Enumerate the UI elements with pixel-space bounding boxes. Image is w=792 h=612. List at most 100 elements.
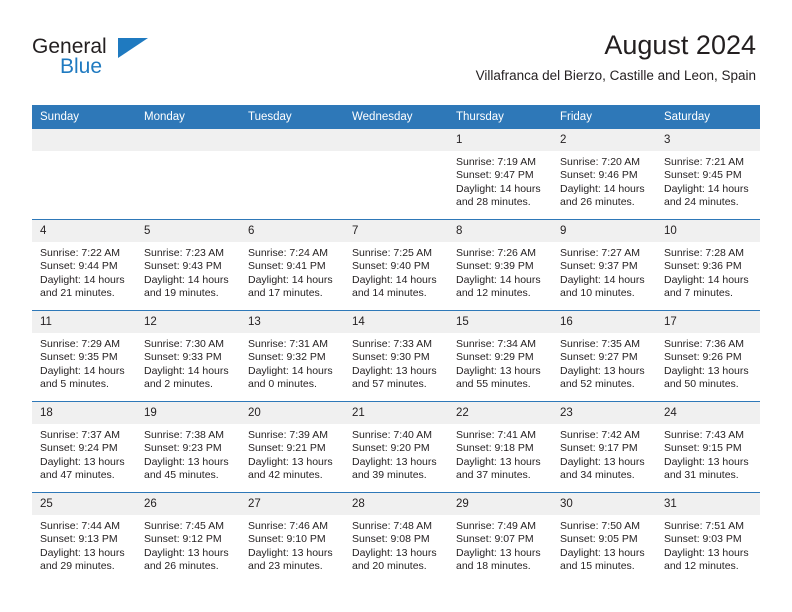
- day-cell[interactable]: 5 Sunrise: 7:23 AM Sunset: 9:43 PM Daylight…: [136, 220, 240, 310]
- day-cell[interactable]: 11 Sunrise: 7:29 AM Sunset: 9:35 PM Dayligh…: [32, 311, 136, 401]
- daylight-text-line2: and 55 minutes.: [456, 378, 531, 391]
- day-cell[interactable]: 8 Sunrise: 7:26 AM Sunset: 9:39 PM Daylight…: [448, 220, 552, 310]
- daylight-text-line2: and 23 minutes.: [248, 560, 323, 573]
- day-details: Sunrise: 7:33 AM Sunset: 9:30 PM Daylight:…: [344, 333, 448, 392]
- calendar-week-row: 4 Sunrise: 7:22 AM Sunset: 9:44 PM Daylight…: [32, 219, 760, 311]
- calendar-header-row: Sunday Monday Tuesday Wednesday Thursday…: [32, 105, 760, 129]
- day-number: [240, 129, 344, 151]
- weekday-header-thursday: Thursday: [448, 105, 552, 129]
- daylight-text-line2: and 17 minutes.: [248, 287, 323, 300]
- day-cell[interactable]: 18 Sunrise: 7:37 AM Sunset: 9:24 PM Dayligh…: [32, 402, 136, 492]
- day-cell[interactable]: 2 Sunrise: 7:20 AM Sunset: 9:46 PM Daylight…: [552, 129, 656, 219]
- day-cell[interactable]: 12 Sunrise: 7:30 AM Sunset: 9:33 PM Dayligh…: [136, 311, 240, 401]
- day-number: 11: [32, 311, 136, 333]
- day-number: 14: [344, 311, 448, 333]
- daylight-text-line2: and 24 minutes.: [664, 196, 739, 209]
- day-details: Sunrise: 7:26 AM Sunset: 9:39 PM Daylight:…: [448, 242, 552, 301]
- day-details: Sunrise: 7:31 AM Sunset: 9:32 PM Daylight:…: [240, 333, 344, 392]
- day-details: Sunrise: 7:29 AM Sunset: 9:35 PM Daylight:…: [32, 333, 136, 392]
- sunset-text: Sunset: 9:26 PM: [664, 351, 742, 364]
- daylight-text-line1: Daylight: 14 hours: [40, 364, 125, 377]
- daylight-text-line2: and 10 minutes.: [560, 287, 635, 300]
- sunrise-text: Sunrise: 7:48 AM: [352, 520, 432, 532]
- page-title: August 2024: [604, 30, 756, 60]
- day-number: 20: [240, 402, 344, 424]
- day-details: Sunrise: 7:38 AM Sunset: 9:23 PM Daylight:…: [136, 424, 240, 483]
- day-cell[interactable]: 7 Sunrise: 7:25 AM Sunset: 9:40 PM Daylight…: [344, 220, 448, 310]
- daylight-text-line1: Daylight: 13 hours: [560, 364, 645, 377]
- day-cell[interactable]: 16 Sunrise: 7:35 AM Sunset: 9:27 PM Dayligh…: [552, 311, 656, 401]
- daylight-text-line2: and 50 minutes.: [664, 378, 739, 391]
- day-cell[interactable]: 28 Sunrise: 7:48 AM Sunset: 9:08 PM Dayligh…: [344, 493, 448, 583]
- day-details: Sunrise: 7:27 AM Sunset: 9:37 PM Daylight:…: [552, 242, 656, 301]
- day-cell[interactable]: 30 Sunrise: 7:50 AM Sunset: 9:05 PM Dayligh…: [552, 493, 656, 583]
- day-cell[interactable]: 25 Sunrise: 7:44 AM Sunset: 9:13 PM Dayligh…: [32, 493, 136, 583]
- sunset-text: Sunset: 9:05 PM: [560, 533, 638, 546]
- daylight-text-line1: Daylight: 13 hours: [40, 546, 125, 559]
- day-cell[interactable]: 14 Sunrise: 7:33 AM Sunset: 9:30 PM Dayligh…: [344, 311, 448, 401]
- day-details: Sunrise: 7:35 AM Sunset: 9:27 PM Daylight:…: [552, 333, 656, 392]
- daylight-text-line2: and 20 minutes.: [352, 560, 427, 573]
- daylight-text-line1: Daylight: 14 hours: [144, 364, 229, 377]
- sunset-text: Sunset: 9:37 PM: [560, 260, 638, 273]
- day-number: 3: [656, 129, 760, 151]
- calendar-cell: 16 Sunrise: 7:35 AM Sunset: 9:27 PM Dayligh…: [552, 310, 656, 402]
- sunset-text: Sunset: 9:12 PM: [144, 533, 222, 546]
- day-number: 13: [240, 311, 344, 333]
- day-cell[interactable]: 13 Sunrise: 7:31 AM Sunset: 9:32 PM Dayligh…: [240, 311, 344, 401]
- calendar-week-row: 11 Sunrise: 7:29 AM Sunset: 9:35 PM Dayligh…: [32, 310, 760, 402]
- sunset-text: Sunset: 9:24 PM: [40, 442, 118, 455]
- calendar-cell: 4 Sunrise: 7:22 AM Sunset: 9:44 PM Daylight…: [32, 219, 136, 311]
- daylight-text-line2: and 26 minutes.: [144, 560, 219, 573]
- calendar-body: 1 Sunrise: 7:19 AM Sunset: 9:47 PM Daylight…: [32, 129, 760, 583]
- sunset-text: Sunset: 9:36 PM: [664, 260, 742, 273]
- day-details: Sunrise: 7:45 AM Sunset: 9:12 PM Daylight:…: [136, 515, 240, 574]
- day-cell[interactable]: 1 Sunrise: 7:19 AM Sunset: 9:47 PM Daylight…: [448, 129, 552, 219]
- sunrise-text: Sunrise: 7:43 AM: [664, 429, 744, 441]
- day-cell[interactable]: 10 Sunrise: 7:28 AM Sunset: 9:36 PM Dayligh…: [656, 220, 760, 310]
- daylight-text-line1: Daylight: 14 hours: [456, 182, 541, 195]
- sunset-text: Sunset: 9:35 PM: [40, 351, 118, 364]
- day-cell[interactable]: 15 Sunrise: 7:34 AM Sunset: 9:29 PM Dayligh…: [448, 311, 552, 401]
- day-cell[interactable]: 4 Sunrise: 7:22 AM Sunset: 9:44 PM Daylight…: [32, 220, 136, 310]
- calendar-cell: 9 Sunrise: 7:27 AM Sunset: 9:37 PM Daylight…: [552, 219, 656, 311]
- daylight-text-line2: and 14 minutes.: [352, 287, 427, 300]
- daylight-text-line1: Daylight: 14 hours: [248, 273, 333, 286]
- day-cell[interactable]: 31 Sunrise: 7:51 AM Sunset: 9:03 PM Dayligh…: [656, 493, 760, 583]
- day-cell[interactable]: 26 Sunrise: 7:45 AM Sunset: 9:12 PM Dayligh…: [136, 493, 240, 583]
- daylight-text-line1: Daylight: 13 hours: [248, 546, 333, 559]
- weekday-header-wednesday: Wednesday: [344, 105, 448, 129]
- day-details: Sunrise: 7:28 AM Sunset: 9:36 PM Daylight:…: [656, 242, 760, 301]
- daylight-text-line1: Daylight: 13 hours: [352, 546, 437, 559]
- calendar-cell: 30 Sunrise: 7:50 AM Sunset: 9:05 PM Dayligh…: [552, 492, 656, 583]
- day-cell[interactable]: 24 Sunrise: 7:43 AM Sunset: 9:15 PM Dayligh…: [656, 402, 760, 492]
- day-cell[interactable]: 29 Sunrise: 7:49 AM Sunset: 9:07 PM Dayligh…: [448, 493, 552, 583]
- day-cell[interactable]: 20 Sunrise: 7:39 AM Sunset: 9:21 PM Dayligh…: [240, 402, 344, 492]
- day-cell[interactable]: 21 Sunrise: 7:40 AM Sunset: 9:20 PM Dayligh…: [344, 402, 448, 492]
- page-subtitle: Villafranca del Bierzo, Castille and Leo…: [475, 68, 756, 83]
- day-details: Sunrise: 7:19 AM Sunset: 9:47 PM Daylight:…: [448, 151, 552, 210]
- sunset-text: Sunset: 9:43 PM: [144, 260, 222, 273]
- day-cell[interactable]: 22 Sunrise: 7:41 AM Sunset: 9:18 PM Dayligh…: [448, 402, 552, 492]
- day-cell[interactable]: 23 Sunrise: 7:42 AM Sunset: 9:17 PM Dayligh…: [552, 402, 656, 492]
- calendar-week-row: 18 Sunrise: 7:37 AM Sunset: 9:24 PM Dayligh…: [32, 401, 760, 493]
- day-details: Sunrise: 7:30 AM Sunset: 9:33 PM Daylight:…: [136, 333, 240, 392]
- daylight-text-line2: and 42 minutes.: [248, 469, 323, 482]
- calendar-cell: 10 Sunrise: 7:28 AM Sunset: 9:36 PM Dayligh…: [656, 219, 760, 311]
- day-cell[interactable]: 27 Sunrise: 7:46 AM Sunset: 9:10 PM Dayligh…: [240, 493, 344, 583]
- day-cell[interactable]: 17 Sunrise: 7:36 AM Sunset: 9:26 PM Dayligh…: [656, 311, 760, 401]
- calendar-cell: 5 Sunrise: 7:23 AM Sunset: 9:43 PM Daylight…: [136, 219, 240, 311]
- day-cell[interactable]: 6 Sunrise: 7:24 AM Sunset: 9:41 PM Daylight…: [240, 220, 344, 310]
- day-number: 16: [552, 311, 656, 333]
- day-number: 10: [656, 220, 760, 242]
- daylight-text-line1: Daylight: 14 hours: [456, 273, 541, 286]
- general-blue-logo[interactable]: General Blue: [32, 36, 152, 82]
- day-cell[interactable]: 3 Sunrise: 7:21 AM Sunset: 9:45 PM Daylight…: [656, 129, 760, 219]
- day-details: Sunrise: 7:50 AM Sunset: 9:05 PM Daylight:…: [552, 515, 656, 574]
- day-details: Sunrise: 7:36 AM Sunset: 9:26 PM Daylight:…: [656, 333, 760, 392]
- sunrise-text: Sunrise: 7:31 AM: [248, 338, 328, 350]
- sunrise-text: Sunrise: 7:23 AM: [144, 247, 224, 259]
- calendar-cell: 1 Sunrise: 7:19 AM Sunset: 9:47 PM Daylight…: [448, 129, 552, 220]
- day-cell[interactable]: 9 Sunrise: 7:27 AM Sunset: 9:37 PM Daylight…: [552, 220, 656, 310]
- day-cell[interactable]: 19 Sunrise: 7:38 AM Sunset: 9:23 PM Dayligh…: [136, 402, 240, 492]
